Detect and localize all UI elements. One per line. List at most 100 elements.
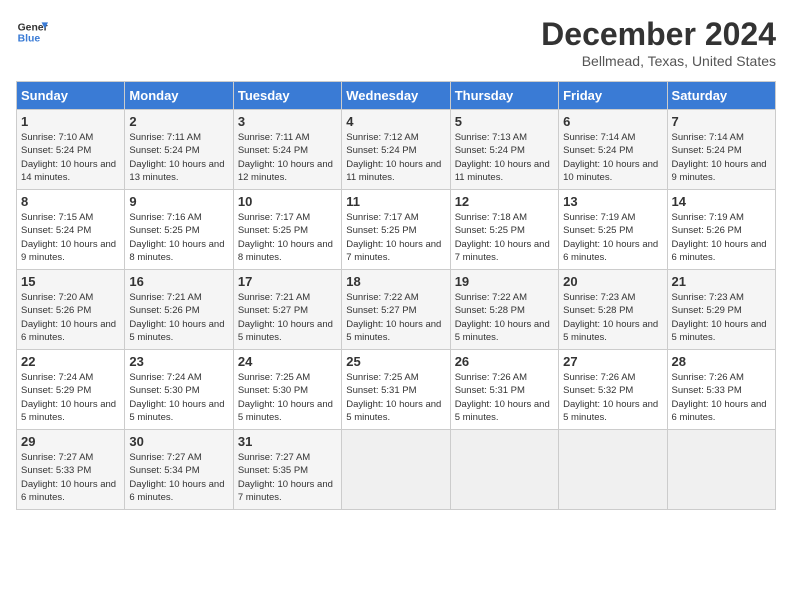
calendar-cell: 15 Sunrise: 7:20 AM Sunset: 5:26 PM Dayli… [17, 270, 125, 350]
calendar-cell: 12 Sunrise: 7:18 AM Sunset: 5:25 PM Dayli… [450, 190, 558, 270]
calendar-cell: 10Sunrise: 7:17 AM Sunset: 5:25 PM Dayli… [233, 190, 341, 270]
weekday-header-row: SundayMondayTuesdayWednesdayThursdayFrid… [17, 82, 776, 110]
day-info: Sunrise: 7:20 AM Sunset: 5:26 PM Dayligh… [21, 291, 120, 344]
day-info: Sunrise: 7:19 AM Sunset: 5:26 PM Dayligh… [672, 211, 771, 264]
calendar-cell: 3Sunrise: 7:11 AM Sunset: 5:24 PM Daylig… [233, 110, 341, 190]
day-info: Sunrise: 7:26 AM Sunset: 5:32 PM Dayligh… [563, 371, 662, 424]
day-number: 30 [129, 434, 228, 449]
day-info: Sunrise: 7:27 AM Sunset: 5:34 PM Dayligh… [129, 451, 228, 504]
day-number: 28 [672, 354, 771, 369]
day-number: 11 [346, 194, 445, 209]
calendar-cell: 4 Sunrise: 7:12 AM Sunset: 5:24 PM Daylig… [342, 110, 450, 190]
weekday-header-wednesday: Wednesday [342, 82, 450, 110]
calendar-cell [667, 430, 775, 510]
day-number: 1 [21, 114, 120, 129]
day-info: Sunrise: 7:27 AM Sunset: 5:35 PM Dayligh… [238, 451, 337, 504]
calendar-cell: 16 Sunrise: 7:21 AM Sunset: 5:26 PM Dayli… [125, 270, 233, 350]
calendar-cell: 30 Sunrise: 7:27 AM Sunset: 5:34 PM Dayli… [125, 430, 233, 510]
day-number: 25 [346, 354, 445, 369]
day-info: Sunrise: 7:21 AM Sunset: 5:26 PM Dayligh… [129, 291, 228, 344]
calendar-week-row: 29 Sunrise: 7:27 AM Sunset: 5:33 PM Dayli… [17, 430, 776, 510]
day-info: Sunrise: 7:26 AM Sunset: 5:31 PM Dayligh… [455, 371, 554, 424]
calendar-cell: 24Sunrise: 7:25 AM Sunset: 5:30 PM Dayli… [233, 350, 341, 430]
weekday-header-thursday: Thursday [450, 82, 558, 110]
weekday-header-tuesday: Tuesday [233, 82, 341, 110]
calendar-cell: 27Sunrise: 7:26 AM Sunset: 5:32 PM Dayli… [559, 350, 667, 430]
weekday-header-friday: Friday [559, 82, 667, 110]
day-number: 13 [563, 194, 662, 209]
calendar-week-row: 1 Sunrise: 7:10 AM Sunset: 5:24 PM Daylig… [17, 110, 776, 190]
day-number: 6 [563, 114, 662, 129]
calendar-cell: 31 Sunrise: 7:27 AM Sunset: 5:35 PM Dayli… [233, 430, 341, 510]
calendar-table: SundayMondayTuesdayWednesdayThursdayFrid… [16, 81, 776, 510]
day-number: 7 [672, 114, 771, 129]
calendar-cell: 22 Sunrise: 7:24 AM Sunset: 5:29 PM Dayli… [17, 350, 125, 430]
svg-text:Blue: Blue [18, 34, 41, 45]
calendar-cell: 19 Sunrise: 7:22 AM Sunset: 5:28 PM Dayli… [450, 270, 558, 350]
calendar-cell [559, 430, 667, 510]
day-info: Sunrise: 7:24 AM Sunset: 5:30 PM Dayligh… [129, 371, 228, 424]
day-info: Sunrise: 7:22 AM Sunset: 5:28 PM Dayligh… [455, 291, 554, 344]
calendar-cell [342, 430, 450, 510]
day-number: 29 [21, 434, 120, 449]
day-info: Sunrise: 7:18 AM Sunset: 5:25 PM Dayligh… [455, 211, 554, 264]
day-number: 22 [21, 354, 120, 369]
calendar-cell: 29 Sunrise: 7:27 AM Sunset: 5:33 PM Dayli… [17, 430, 125, 510]
logo-icon: General Blue [16, 16, 48, 48]
calendar-subtitle: Bellmead, Texas, United States [541, 53, 776, 69]
calendar-cell: 1 Sunrise: 7:10 AM Sunset: 5:24 PM Daylig… [17, 110, 125, 190]
calendar-cell: 5Sunrise: 7:13 AM Sunset: 5:24 PM Daylig… [450, 110, 558, 190]
calendar-cell: 17Sunrise: 7:21 AM Sunset: 5:27 PM Dayli… [233, 270, 341, 350]
day-number: 16 [129, 274, 228, 289]
calendar-cell [450, 430, 558, 510]
day-info: Sunrise: 7:26 AM Sunset: 5:33 PM Dayligh… [672, 371, 771, 424]
calendar-cell: 9 Sunrise: 7:16 AM Sunset: 5:25 PM Daylig… [125, 190, 233, 270]
calendar-cell: 21Sunrise: 7:23 AM Sunset: 5:29 PM Dayli… [667, 270, 775, 350]
calendar-week-row: 15 Sunrise: 7:20 AM Sunset: 5:26 PM Dayli… [17, 270, 776, 350]
day-number: 8 [21, 194, 120, 209]
calendar-cell: 25 Sunrise: 7:25 AM Sunset: 5:31 PM Dayli… [342, 350, 450, 430]
calendar-cell: 18 Sunrise: 7:22 AM Sunset: 5:27 PM Dayli… [342, 270, 450, 350]
day-number: 2 [129, 114, 228, 129]
day-info: Sunrise: 7:14 AM Sunset: 5:24 PM Dayligh… [563, 131, 662, 184]
calendar-week-row: 22 Sunrise: 7:24 AM Sunset: 5:29 PM Dayli… [17, 350, 776, 430]
day-number: 24 [238, 354, 337, 369]
day-info: Sunrise: 7:27 AM Sunset: 5:33 PM Dayligh… [21, 451, 120, 504]
calendar-cell: 11Sunrise: 7:17 AM Sunset: 5:25 PM Dayli… [342, 190, 450, 270]
day-number: 14 [672, 194, 771, 209]
calendar-cell: 26 Sunrise: 7:26 AM Sunset: 5:31 PM Dayli… [450, 350, 558, 430]
day-info: Sunrise: 7:24 AM Sunset: 5:29 PM Dayligh… [21, 371, 120, 424]
weekday-header-sunday: Sunday [17, 82, 125, 110]
calendar-week-row: 8 Sunrise: 7:15 AM Sunset: 5:24 PM Daylig… [17, 190, 776, 270]
calendar-cell: 23Sunrise: 7:24 AM Sunset: 5:30 PM Dayli… [125, 350, 233, 430]
day-number: 31 [238, 434, 337, 449]
day-info: Sunrise: 7:11 AM Sunset: 5:24 PM Dayligh… [238, 131, 337, 184]
calendar-cell: 13 Sunrise: 7:19 AM Sunset: 5:25 PM Dayli… [559, 190, 667, 270]
day-info: Sunrise: 7:23 AM Sunset: 5:28 PM Dayligh… [563, 291, 662, 344]
page-header: General Blue December 2024 Bellmead, Tex… [16, 16, 776, 69]
day-number: 9 [129, 194, 228, 209]
day-info: Sunrise: 7:12 AM Sunset: 5:24 PM Dayligh… [346, 131, 445, 184]
calendar-cell: 6 Sunrise: 7:14 AM Sunset: 5:24 PM Daylig… [559, 110, 667, 190]
day-info: Sunrise: 7:16 AM Sunset: 5:25 PM Dayligh… [129, 211, 228, 264]
calendar-cell: 20 Sunrise: 7:23 AM Sunset: 5:28 PM Dayli… [559, 270, 667, 350]
day-number: 12 [455, 194, 554, 209]
day-number: 19 [455, 274, 554, 289]
day-number: 15 [21, 274, 120, 289]
title-section: December 2024 Bellmead, Texas, United St… [541, 16, 776, 69]
day-info: Sunrise: 7:11 AM Sunset: 5:24 PM Dayligh… [129, 131, 228, 184]
calendar-cell: 8 Sunrise: 7:15 AM Sunset: 5:24 PM Daylig… [17, 190, 125, 270]
day-number: 4 [346, 114, 445, 129]
day-info: Sunrise: 7:15 AM Sunset: 5:24 PM Dayligh… [21, 211, 120, 264]
day-number: 18 [346, 274, 445, 289]
calendar-cell: 7Sunrise: 7:14 AM Sunset: 5:24 PM Daylig… [667, 110, 775, 190]
day-info: Sunrise: 7:17 AM Sunset: 5:25 PM Dayligh… [238, 211, 337, 264]
day-number: 26 [455, 354, 554, 369]
day-info: Sunrise: 7:10 AM Sunset: 5:24 PM Dayligh… [21, 131, 120, 184]
day-info: Sunrise: 7:22 AM Sunset: 5:27 PM Dayligh… [346, 291, 445, 344]
day-info: Sunrise: 7:25 AM Sunset: 5:31 PM Dayligh… [346, 371, 445, 424]
day-number: 20 [563, 274, 662, 289]
day-info: Sunrise: 7:19 AM Sunset: 5:25 PM Dayligh… [563, 211, 662, 264]
day-number: 21 [672, 274, 771, 289]
weekday-header-monday: Monday [125, 82, 233, 110]
